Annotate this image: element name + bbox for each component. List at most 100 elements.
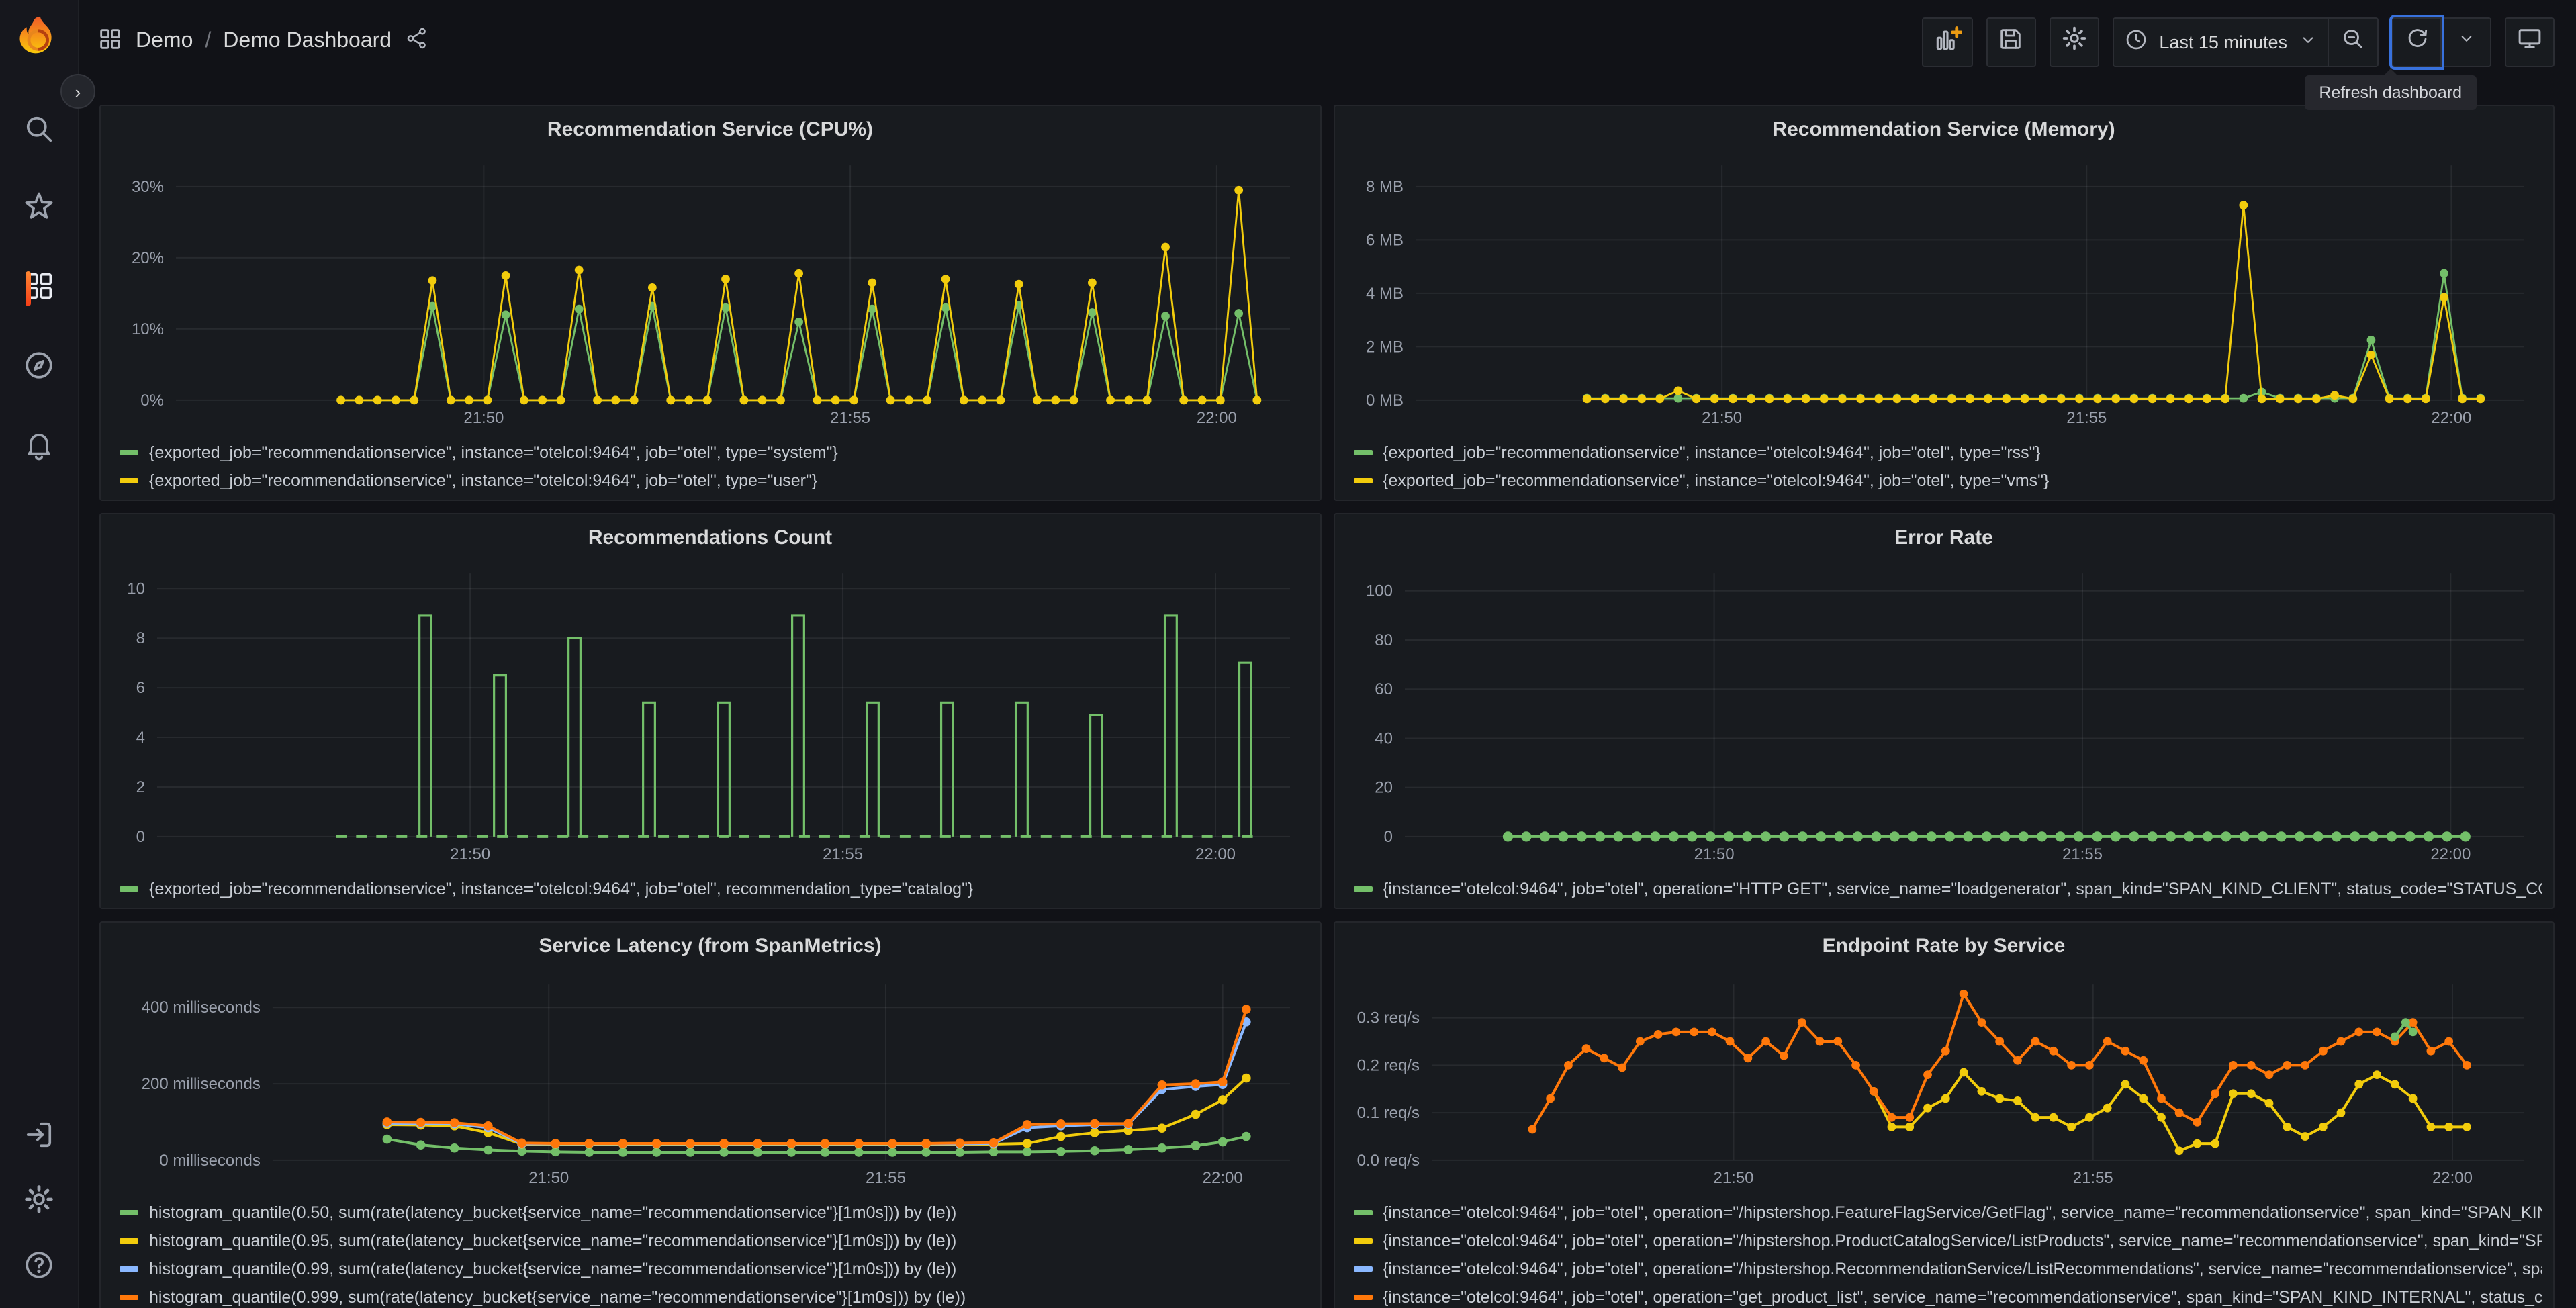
breadcrumb-page[interactable]: Demo Dashboard bbox=[223, 30, 392, 54]
legend-item[interactable]: {exported_job="recommendationservice", i… bbox=[120, 438, 1309, 466]
dashboard-settings-button[interactable] bbox=[2049, 17, 2099, 66]
sidebar-item-sign-in[interactable] bbox=[19, 1117, 59, 1158]
sidebar-expand-button[interactable]: › bbox=[60, 74, 95, 109]
monitor-icon bbox=[2516, 24, 2544, 59]
panel-title[interactable]: Service Latency (from SpanMetrics) bbox=[111, 923, 1309, 968]
svg-text:6 MB: 6 MB bbox=[1365, 231, 1403, 249]
svg-text:22:00: 22:00 bbox=[1197, 409, 1237, 427]
grafana-logo-icon[interactable] bbox=[15, 13, 63, 62]
legend-label: {instance="otelcol:9464", job="otel", op… bbox=[1383, 1287, 2542, 1306]
legend: {instance="otelcol:9464", job="otel", op… bbox=[1353, 874, 2542, 902]
legend: {exported_job="recommendationservice", i… bbox=[120, 438, 1309, 494]
endpoint-rate-chart[interactable]: 0.0 req/s 0.1 req/s 0.2 req/s 0.3 req/s 21:5… bbox=[1345, 968, 2542, 1193]
panel-endpoint-rate: Endpoint Rate by Service 0.0 req/s 0.1 re… bbox=[1333, 921, 2555, 1308]
sidebar-item-dashboards[interactable] bbox=[19, 269, 59, 309]
save-dashboard-button[interactable] bbox=[1986, 17, 2036, 66]
legend-swatch-icon bbox=[120, 1294, 138, 1299]
legend-item[interactable]: {instance="otelcol:9464", job="otel", op… bbox=[1353, 1254, 2542, 1282]
legend-swatch-icon bbox=[120, 1209, 138, 1215]
kiosk-mode-button[interactable] bbox=[2505, 17, 2555, 66]
panel-title[interactable]: Recommendation Service (CPU%) bbox=[111, 106, 1309, 152]
legend-item[interactable]: histogram_quantile(0.99, sum(rate(latenc… bbox=[120, 1254, 1309, 1282]
svg-text:4 MB: 4 MB bbox=[1365, 285, 1403, 303]
legend-swatch-icon bbox=[1353, 449, 1372, 455]
legend-item[interactable]: {instance="otelcol:9464", job="otel", op… bbox=[1353, 874, 2542, 902]
svg-text:0.2 req/s: 0.2 req/s bbox=[1356, 1056, 1419, 1074]
refresh-controls bbox=[2392, 17, 2491, 66]
refresh-icon bbox=[2403, 25, 2430, 58]
svg-text:21:55: 21:55 bbox=[2072, 1169, 2113, 1187]
sidebar: › bbox=[0, 0, 95, 1308]
panel-recommendation-cpu: Recommendation Service (CPU%) 0% 10% 20% 30… bbox=[99, 105, 1321, 501]
legend-item[interactable]: histogram_quantile(0.999, sum(rate(laten… bbox=[120, 1282, 1309, 1308]
svg-text:21:55: 21:55 bbox=[830, 409, 870, 427]
error-rate-chart[interactable]: 0 20 40 60 80 100 21:50 21:55 22:00 bbox=[1345, 560, 2542, 869]
panel-title[interactable]: Endpoint Rate by Service bbox=[1345, 923, 2542, 968]
svg-text:20: 20 bbox=[1374, 779, 1392, 797]
share-icon[interactable] bbox=[404, 26, 429, 58]
legend-label: histogram_quantile(0.99, sum(rate(latenc… bbox=[149, 1259, 957, 1278]
dashboards-breadcrumb-icon bbox=[97, 25, 124, 58]
svg-text:21:50: 21:50 bbox=[450, 845, 490, 863]
memory-chart[interactable]: 0 MB 2 MB 4 MB 6 MB 8 MB 21:50 21:55 22:00 bbox=[1345, 152, 2542, 432]
gear-icon bbox=[21, 1181, 56, 1223]
legend-swatch-icon bbox=[1353, 886, 1372, 891]
service-latency-chart[interactable]: 0 milliseconds 200 milliseconds 400 millis… bbox=[111, 968, 1309, 1193]
add-panel-icon bbox=[1932, 24, 1962, 60]
sidebar-item-settings[interactable] bbox=[19, 1182, 59, 1222]
svg-text:200 milliseconds: 200 milliseconds bbox=[142, 1075, 261, 1093]
panel-title[interactable]: Error Rate bbox=[1345, 514, 2542, 560]
svg-text:10: 10 bbox=[127, 579, 145, 598]
sidebar-item-explore[interactable] bbox=[19, 348, 59, 388]
zoom-out-button[interactable] bbox=[2329, 17, 2379, 66]
legend-item[interactable]: {instance="otelcol:9464", job="otel", op… bbox=[1353, 1282, 2542, 1308]
sidebar-item-starred[interactable] bbox=[19, 189, 59, 230]
breadcrumb-section[interactable]: Demo bbox=[136, 30, 193, 54]
chevron-down-icon bbox=[2456, 28, 2476, 55]
star-icon bbox=[21, 189, 56, 230]
legend-item[interactable]: histogram_quantile(0.95, sum(rate(latenc… bbox=[120, 1226, 1309, 1254]
legend-item[interactable]: {exported_job="recommendationservice", i… bbox=[1353, 466, 2542, 494]
legend-item[interactable]: {exported_job="recommendationservice", i… bbox=[120, 874, 1309, 902]
svg-text:10%: 10% bbox=[132, 320, 164, 338]
legend-swatch-icon bbox=[1353, 1237, 1372, 1243]
svg-text:21:55: 21:55 bbox=[2066, 409, 2106, 427]
sidebar-item-alerting[interactable] bbox=[19, 427, 59, 467]
svg-text:30%: 30% bbox=[132, 178, 164, 196]
panel-recommendations-count: Recommendations Count 0 2 4 6 8 10 21:50 21:55 2… bbox=[99, 513, 1321, 909]
panel-title[interactable]: Recommendation Service (Memory) bbox=[1345, 106, 2542, 152]
sign-in-icon bbox=[21, 1117, 56, 1158]
refresh-interval-dropdown[interactable] bbox=[2442, 17, 2491, 66]
dashboard-grid: Recommendation Service (CPU%) 0% 10% 20% 30… bbox=[78, 83, 2576, 1308]
svg-text:20%: 20% bbox=[132, 249, 164, 267]
legend-label: histogram_quantile(0.999, sum(rate(laten… bbox=[149, 1287, 966, 1306]
svg-text:2: 2 bbox=[136, 778, 145, 796]
time-range-picker[interactable]: Last 15 minutes bbox=[2112, 17, 2329, 66]
legend-label: {exported_job="recommendationservice", i… bbox=[149, 442, 838, 461]
svg-text:21:50: 21:50 bbox=[1713, 1169, 1753, 1187]
svg-text:0%: 0% bbox=[140, 391, 164, 410]
legend-item[interactable]: {instance="otelcol:9464", job="otel", op… bbox=[1353, 1198, 2542, 1226]
gear-icon bbox=[2060, 24, 2088, 59]
add-panel-button[interactable] bbox=[1921, 17, 1973, 66]
cpu-chart[interactable]: 0% 10% 20% 30% 21:50 21:55 22:00 bbox=[111, 152, 1309, 432]
svg-text:22:00: 22:00 bbox=[1203, 1169, 1243, 1187]
legend-item[interactable]: {instance="otelcol:9464", job="otel", op… bbox=[1353, 1226, 2542, 1254]
refresh-tooltip: Refresh dashboard bbox=[2304, 68, 2477, 110]
svg-text:400 milliseconds: 400 milliseconds bbox=[142, 998, 261, 1017]
svg-text:21:50: 21:50 bbox=[1701, 409, 1741, 427]
panel-title[interactable]: Recommendations Count bbox=[111, 514, 1309, 560]
legend-label: {exported_job="recommendationservice", i… bbox=[149, 471, 818, 489]
refresh-button[interactable] bbox=[2392, 17, 2442, 66]
help-icon bbox=[21, 1247, 56, 1289]
svg-text:2 MB: 2 MB bbox=[1365, 338, 1403, 356]
legend: histogram_quantile(0.50, sum(rate(latenc… bbox=[120, 1198, 1309, 1308]
legend-item[interactable]: {exported_job="recommendationservice", i… bbox=[1353, 438, 2542, 466]
sidebar-item-help[interactable] bbox=[19, 1248, 59, 1288]
time-controls: Last 15 minutes bbox=[2112, 17, 2379, 66]
legend-item[interactable]: histogram_quantile(0.50, sum(rate(latenc… bbox=[120, 1198, 1309, 1226]
recommendations-count-chart[interactable]: 0 2 4 6 8 10 21:50 21:55 22:00 bbox=[111, 560, 1309, 869]
legend-item[interactable]: {exported_job="recommendationservice", i… bbox=[120, 466, 1309, 494]
svg-text:60: 60 bbox=[1374, 680, 1392, 698]
sidebar-item-search[interactable] bbox=[19, 111, 59, 152]
